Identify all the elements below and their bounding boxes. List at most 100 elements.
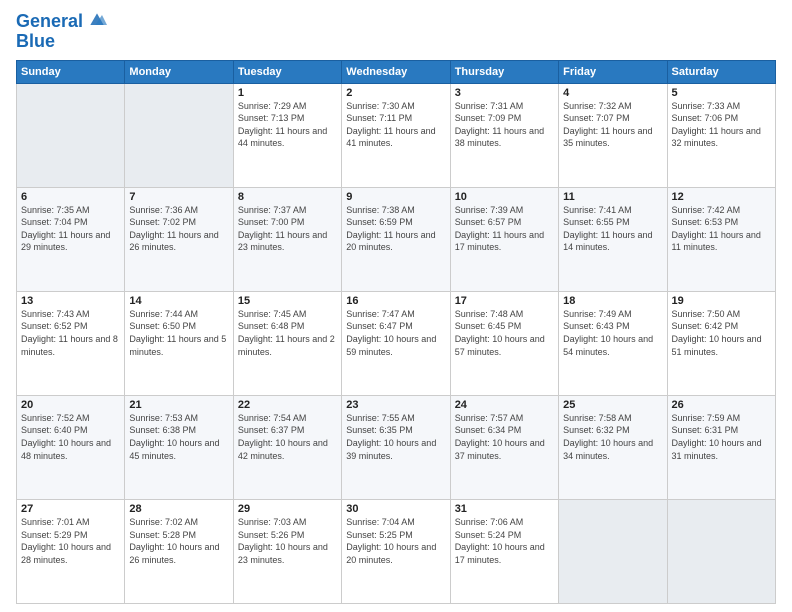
calendar-cell: 7Sunrise: 7:36 AM Sunset: 7:02 PM Daylig… [125,187,233,291]
calendar-cell: 25Sunrise: 7:58 AM Sunset: 6:32 PM Dayli… [559,395,667,499]
calendar-cell: 20Sunrise: 7:52 AM Sunset: 6:40 PM Dayli… [17,395,125,499]
day-number: 25 [563,399,662,411]
day-number: 14 [129,295,228,307]
day-number: 19 [672,295,771,307]
page: General Blue SundayMondayTuesdayWednesda… [0,0,792,612]
day-info: Sunrise: 7:02 AM Sunset: 5:28 PM Dayligh… [129,516,228,566]
day-info: Sunrise: 7:55 AM Sunset: 6:35 PM Dayligh… [346,412,445,462]
day-number: 3 [455,87,554,99]
day-number: 22 [238,399,337,411]
calendar-cell: 9Sunrise: 7:38 AM Sunset: 6:59 PM Daylig… [342,187,450,291]
day-info: Sunrise: 7:32 AM Sunset: 7:07 PM Dayligh… [563,100,662,150]
day-info: Sunrise: 7:57 AM Sunset: 6:34 PM Dayligh… [455,412,554,462]
calendar-cell: 12Sunrise: 7:42 AM Sunset: 6:53 PM Dayli… [667,187,775,291]
calendar-cell [559,499,667,603]
day-info: Sunrise: 7:31 AM Sunset: 7:09 PM Dayligh… [455,100,554,150]
header: General Blue [16,12,776,52]
calendar-cell: 24Sunrise: 7:57 AM Sunset: 6:34 PM Dayli… [450,395,558,499]
day-number: 20 [21,399,120,411]
day-number: 28 [129,503,228,515]
day-info: Sunrise: 7:42 AM Sunset: 6:53 PM Dayligh… [672,204,771,254]
calendar-cell: 28Sunrise: 7:02 AM Sunset: 5:28 PM Dayli… [125,499,233,603]
day-number: 15 [238,295,337,307]
calendar-cell: 27Sunrise: 7:01 AM Sunset: 5:29 PM Dayli… [17,499,125,603]
calendar-week-3: 13Sunrise: 7:43 AM Sunset: 6:52 PM Dayli… [17,291,776,395]
calendar-cell: 4Sunrise: 7:32 AM Sunset: 7:07 PM Daylig… [559,83,667,187]
day-number: 5 [672,87,771,99]
day-number: 13 [21,295,120,307]
day-number: 29 [238,503,337,515]
day-info: Sunrise: 7:29 AM Sunset: 7:13 PM Dayligh… [238,100,337,150]
day-info: Sunrise: 7:50 AM Sunset: 6:42 PM Dayligh… [672,308,771,358]
day-info: Sunrise: 7:45 AM Sunset: 6:48 PM Dayligh… [238,308,337,358]
calendar-header-row: SundayMondayTuesdayWednesdayThursdayFrid… [17,60,776,83]
calendar-header-tuesday: Tuesday [233,60,341,83]
day-number: 17 [455,295,554,307]
calendar-header-thursday: Thursday [450,60,558,83]
logo: General Blue [16,12,107,52]
day-info: Sunrise: 7:59 AM Sunset: 6:31 PM Dayligh… [672,412,771,462]
calendar-cell: 5Sunrise: 7:33 AM Sunset: 7:06 PM Daylig… [667,83,775,187]
day-info: Sunrise: 7:43 AM Sunset: 6:52 PM Dayligh… [21,308,120,358]
calendar-header-friday: Friday [559,60,667,83]
day-info: Sunrise: 7:01 AM Sunset: 5:29 PM Dayligh… [21,516,120,566]
calendar-table: SundayMondayTuesdayWednesdayThursdayFrid… [16,60,776,604]
day-number: 23 [346,399,445,411]
day-number: 4 [563,87,662,99]
calendar-cell: 16Sunrise: 7:47 AM Sunset: 6:47 PM Dayli… [342,291,450,395]
day-number: 21 [129,399,228,411]
day-number: 26 [672,399,771,411]
day-number: 7 [129,191,228,203]
calendar-cell: 18Sunrise: 7:49 AM Sunset: 6:43 PM Dayli… [559,291,667,395]
calendar-cell [125,83,233,187]
calendar-cell: 31Sunrise: 7:06 AM Sunset: 5:24 PM Dayli… [450,499,558,603]
day-info: Sunrise: 7:41 AM Sunset: 6:55 PM Dayligh… [563,204,662,254]
day-number: 8 [238,191,337,203]
calendar-week-4: 20Sunrise: 7:52 AM Sunset: 6:40 PM Dayli… [17,395,776,499]
day-info: Sunrise: 7:58 AM Sunset: 6:32 PM Dayligh… [563,412,662,462]
calendar-cell: 22Sunrise: 7:54 AM Sunset: 6:37 PM Dayli… [233,395,341,499]
calendar-cell: 3Sunrise: 7:31 AM Sunset: 7:09 PM Daylig… [450,83,558,187]
day-number: 2 [346,87,445,99]
calendar-cell: 23Sunrise: 7:55 AM Sunset: 6:35 PM Dayli… [342,395,450,499]
calendar-cell: 14Sunrise: 7:44 AM Sunset: 6:50 PM Dayli… [125,291,233,395]
day-info: Sunrise: 7:03 AM Sunset: 5:26 PM Dayligh… [238,516,337,566]
day-number: 31 [455,503,554,515]
day-info: Sunrise: 7:47 AM Sunset: 6:47 PM Dayligh… [346,308,445,358]
calendar-cell: 11Sunrise: 7:41 AM Sunset: 6:55 PM Dayli… [559,187,667,291]
day-number: 10 [455,191,554,203]
calendar-cell: 21Sunrise: 7:53 AM Sunset: 6:38 PM Dayli… [125,395,233,499]
day-number: 11 [563,191,662,203]
calendar-header-sunday: Sunday [17,60,125,83]
day-info: Sunrise: 7:33 AM Sunset: 7:06 PM Dayligh… [672,100,771,150]
calendar-cell: 19Sunrise: 7:50 AM Sunset: 6:42 PM Dayli… [667,291,775,395]
logo-icon [87,10,107,30]
day-info: Sunrise: 7:52 AM Sunset: 6:40 PM Dayligh… [21,412,120,462]
calendar-cell: 17Sunrise: 7:48 AM Sunset: 6:45 PM Dayli… [450,291,558,395]
day-info: Sunrise: 7:49 AM Sunset: 6:43 PM Dayligh… [563,308,662,358]
calendar-cell: 2Sunrise: 7:30 AM Sunset: 7:11 PM Daylig… [342,83,450,187]
day-number: 24 [455,399,554,411]
day-info: Sunrise: 7:35 AM Sunset: 7:04 PM Dayligh… [21,204,120,254]
day-info: Sunrise: 7:06 AM Sunset: 5:24 PM Dayligh… [455,516,554,566]
calendar-week-1: 1Sunrise: 7:29 AM Sunset: 7:13 PM Daylig… [17,83,776,187]
calendar-header-saturday: Saturday [667,60,775,83]
calendar-cell: 30Sunrise: 7:04 AM Sunset: 5:25 PM Dayli… [342,499,450,603]
day-number: 12 [672,191,771,203]
calendar-cell: 29Sunrise: 7:03 AM Sunset: 5:26 PM Dayli… [233,499,341,603]
calendar-cell: 15Sunrise: 7:45 AM Sunset: 6:48 PM Dayli… [233,291,341,395]
calendar-cell: 26Sunrise: 7:59 AM Sunset: 6:31 PM Dayli… [667,395,775,499]
day-info: Sunrise: 7:54 AM Sunset: 6:37 PM Dayligh… [238,412,337,462]
day-info: Sunrise: 7:36 AM Sunset: 7:02 PM Dayligh… [129,204,228,254]
logo-text: General [16,12,83,32]
day-info: Sunrise: 7:39 AM Sunset: 6:57 PM Dayligh… [455,204,554,254]
calendar-cell [667,499,775,603]
day-number: 1 [238,87,337,99]
day-info: Sunrise: 7:38 AM Sunset: 6:59 PM Dayligh… [346,204,445,254]
calendar-header-wednesday: Wednesday [342,60,450,83]
calendar-cell [17,83,125,187]
day-number: 30 [346,503,445,515]
calendar-cell: 1Sunrise: 7:29 AM Sunset: 7:13 PM Daylig… [233,83,341,187]
day-info: Sunrise: 7:37 AM Sunset: 7:00 PM Dayligh… [238,204,337,254]
day-number: 6 [21,191,120,203]
